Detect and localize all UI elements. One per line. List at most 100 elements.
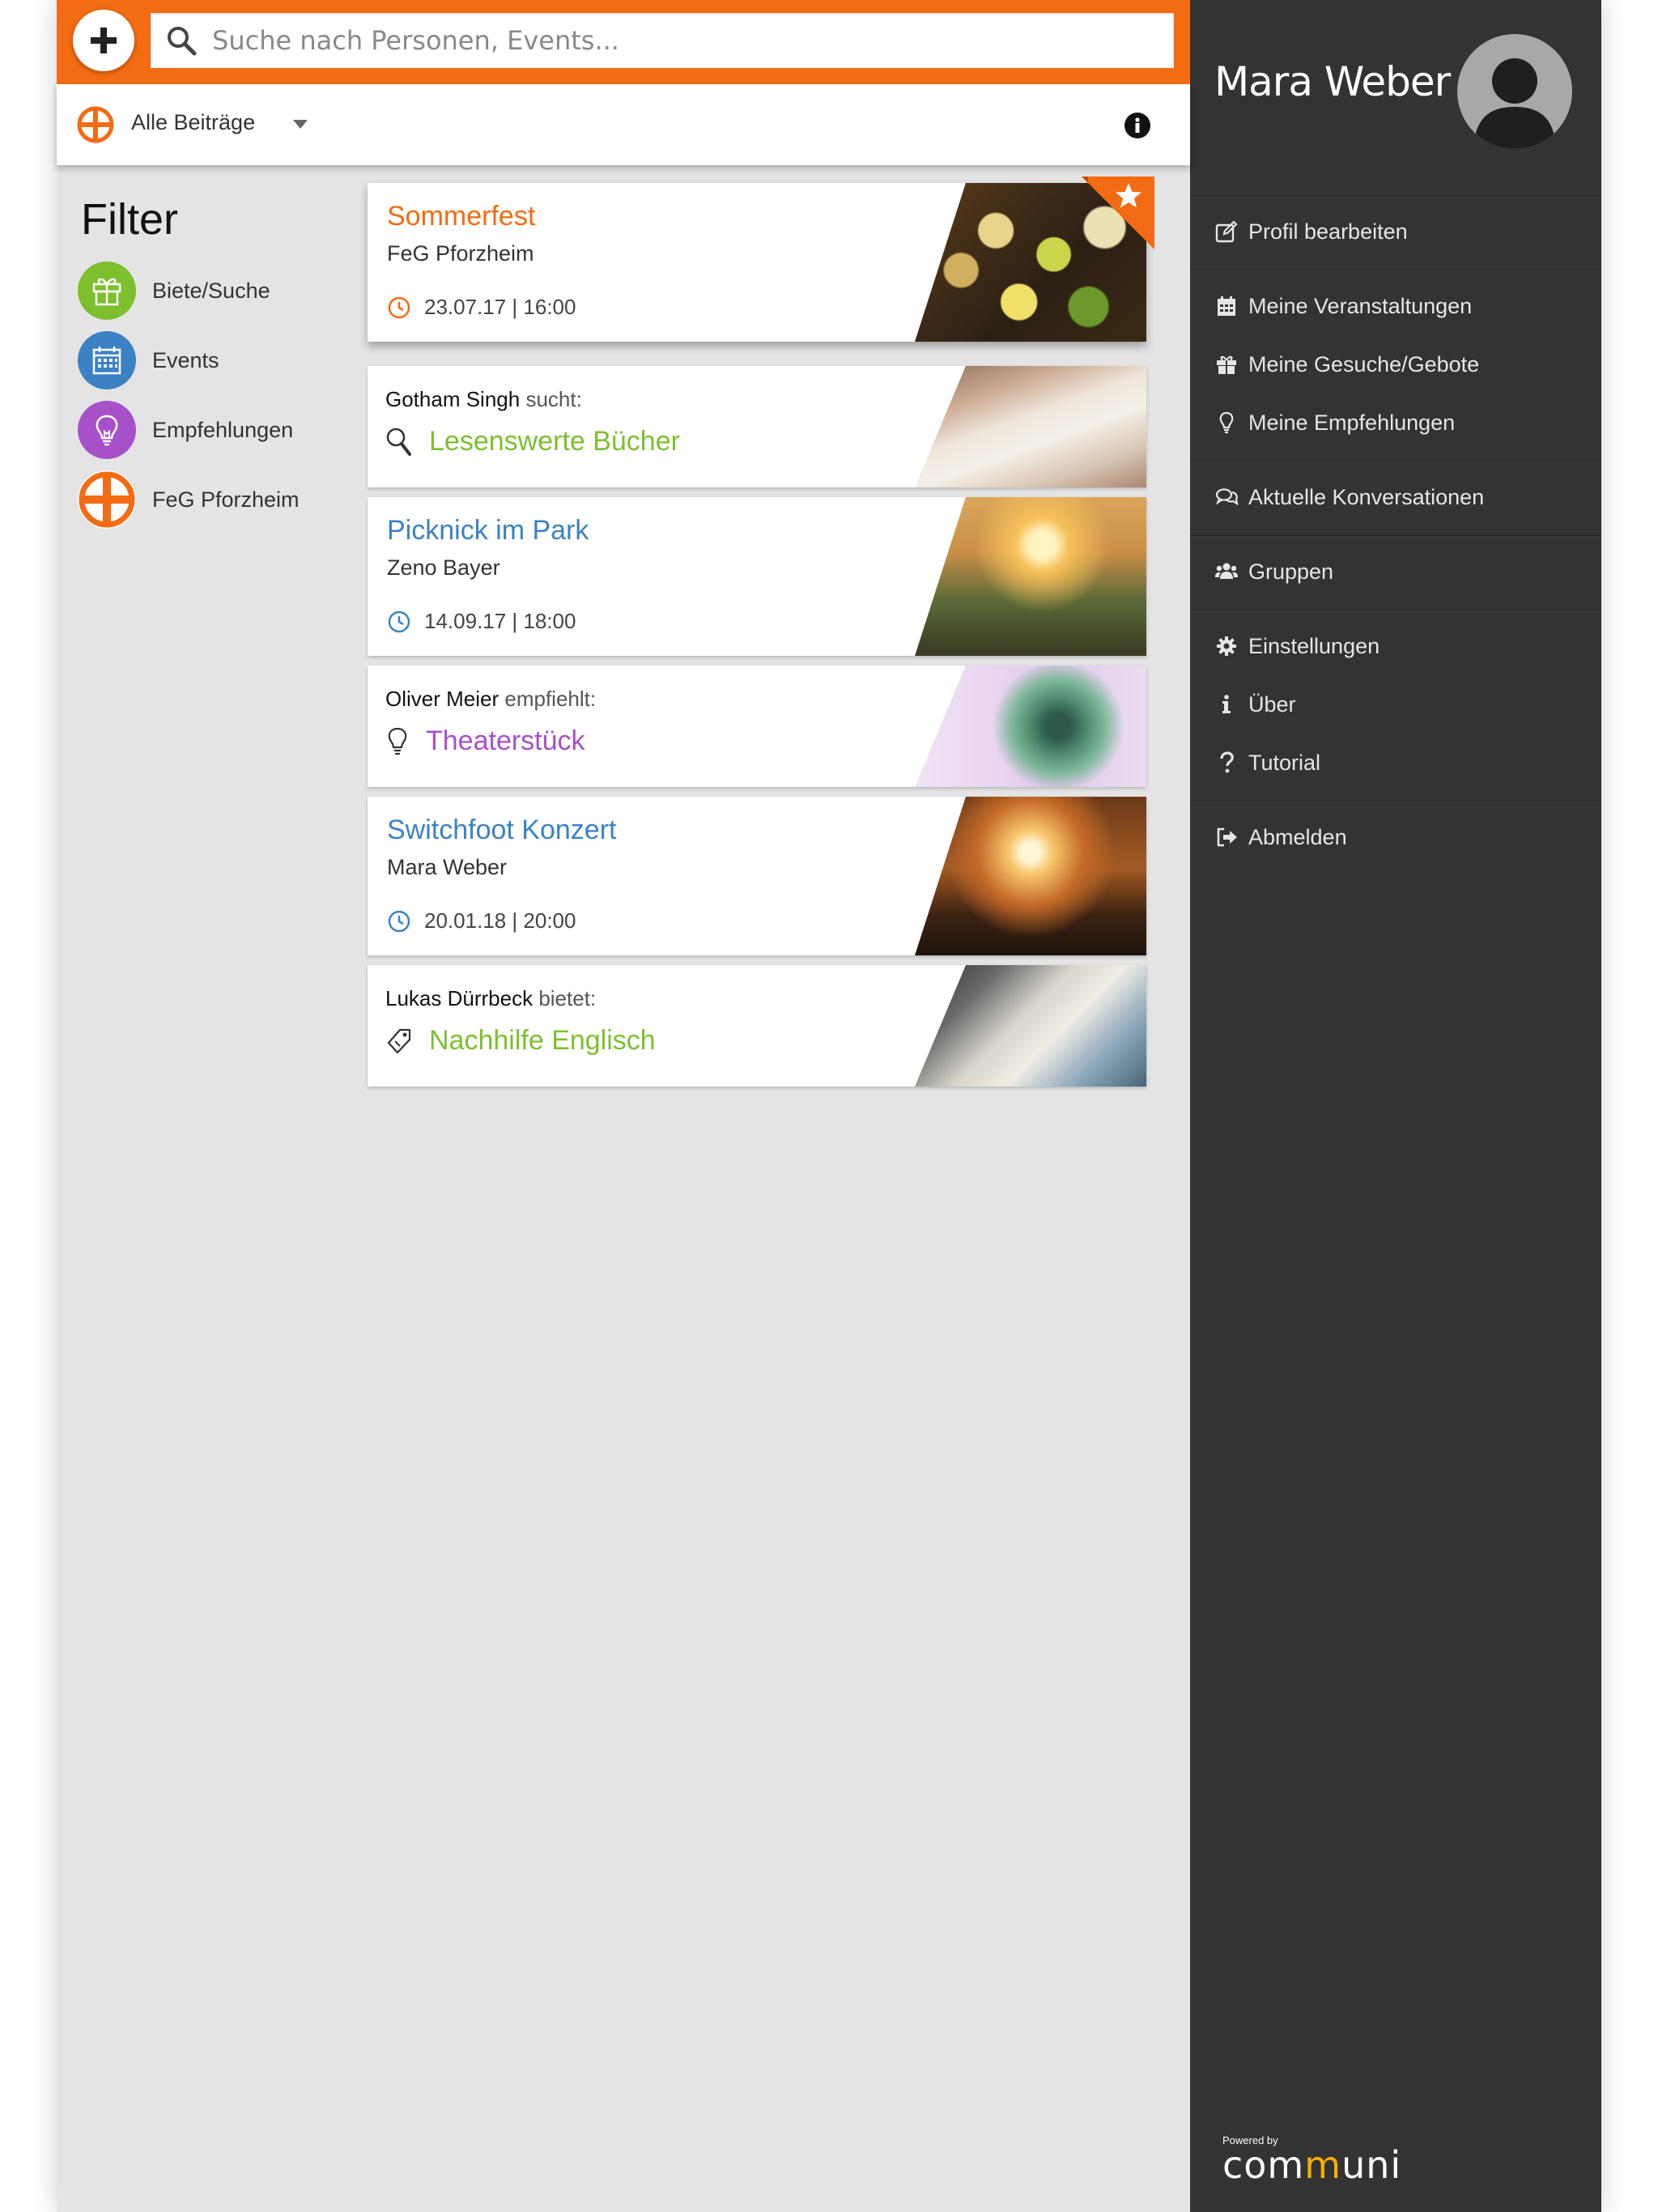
edit-icon	[1215, 220, 1238, 243]
card-title[interactable]: Lesenswerte Bücher	[385, 426, 680, 457]
clock-icon	[388, 910, 410, 932]
user-name[interactable]: Mara Weber	[1214, 58, 1451, 105]
menu-label: Meine Gesuche/Gebote	[1248, 351, 1480, 376]
card-subtitle: Zeno Bayer	[387, 555, 500, 580]
divider	[1190, 610, 1601, 611]
succulent-image	[915, 666, 1146, 787]
feed-filter-select[interactable]: Alle Beiträge	[131, 110, 255, 135]
lightbulb-icon	[78, 401, 136, 459]
card-verb: empfiehlt:	[504, 687, 597, 711]
filter-item-feg-pforzheim[interactable]: FeG Pforzheim	[78, 470, 353, 530]
menu-item-meine-gesuche-gebote[interactable]: Meine Gesuche/Gebote	[1214, 347, 1587, 382]
menu-label: Tutorial	[1248, 750, 1321, 775]
menu-label: Aktuelle Konversationen	[1248, 484, 1485, 509]
divider	[1190, 196, 1601, 198]
search-icon	[386, 428, 411, 456]
card-title[interactable]: Theaterstück	[385, 725, 585, 757]
menu-item-meine-veranstaltungen[interactable]: Meine Veranstaltungen	[1214, 288, 1587, 324]
menu-label: Profil bearbeiten	[1248, 219, 1408, 244]
divider	[1190, 461, 1601, 462]
clock-icon	[388, 610, 410, 632]
menu-item-gruppen[interactable]: Gruppen	[1214, 554, 1587, 589]
menu-label: Einstellungen	[1248, 633, 1380, 658]
search-box	[151, 13, 1174, 68]
filter-label: Biete/Suche	[152, 278, 270, 303]
card-datetime: 20.01.18 | 20:00	[387, 908, 576, 934]
feed-card-recommendation[interactable]: Oliver Meier empfiehlt: Theaterstück	[368, 666, 1146, 787]
menu-item-abmelden[interactable]: Abmelden	[1214, 819, 1587, 855]
card-title[interactable]: Nachhilfe Englisch	[385, 1025, 656, 1057]
feed-card-event[interactable]: Sommerfest FeG Pforzheim 23.07.17 | 16:0…	[368, 183, 1146, 342]
card-datetime: 14.09.17 | 18:00	[387, 609, 576, 634]
avatar[interactable]	[1457, 34, 1572, 149]
filter-item-empfehlungen[interactable]: Empfehlungen	[78, 400, 353, 460]
card-author[interactable]: Gotham Singh	[385, 387, 520, 411]
clock-icon	[388, 296, 410, 318]
info-icon	[1222, 695, 1231, 713]
tag-icon	[387, 1028, 411, 1053]
menu-item-profil-bearbeiten[interactable]: Profil bearbeiten	[1214, 214, 1587, 249]
divider	[1190, 535, 1601, 537]
gear-icon	[1217, 636, 1236, 656]
calendar-icon	[1218, 296, 1235, 316]
chevron-down-icon[interactable]	[293, 120, 308, 129]
feed-card-event[interactable]: Switchfoot Konzert Mara Weber 20.01.18 |…	[368, 797, 1146, 955]
feed-card-search[interactable]: Gotham Singh sucht: Lesenswerte Bücher	[368, 366, 1146, 487]
search-icon	[168, 27, 197, 56]
notebook-image	[915, 965, 1146, 1087]
card-title[interactable]: Picknick im Park	[387, 515, 589, 547]
card-author[interactable]: Lukas Dürrbeck	[385, 986, 533, 1010]
question-icon	[1220, 751, 1234, 773]
menu-label: Über	[1248, 691, 1296, 717]
books-image	[915, 366, 1146, 487]
divider	[1190, 270, 1601, 271]
event-image	[915, 797, 1146, 955]
chat-icon	[1215, 488, 1239, 506]
calendar-icon	[78, 331, 136, 389]
starred-badge[interactable]	[1082, 177, 1154, 249]
card-title[interactable]: Switchfoot Konzert	[387, 815, 616, 846]
gift-icon	[1217, 355, 1236, 374]
card-author-line: Gotham Singh sucht:	[385, 387, 582, 412]
card-title[interactable]: Sommerfest	[387, 201, 535, 232]
lightbulb-icon	[388, 727, 407, 755]
feg-logo-icon	[77, 106, 114, 143]
search-input[interactable]	[212, 13, 1159, 68]
feed-card-event[interactable]: Picknick im Park Zeno Bayer 14.09.17 | 1…	[368, 497, 1146, 656]
menu-item-einstellungen[interactable]: Einstellungen	[1214, 628, 1587, 664]
lightbulb-icon	[1219, 411, 1234, 434]
top-bar	[57, 0, 1190, 84]
menu-item-tutorial[interactable]: Tutorial	[1214, 745, 1587, 781]
menu-label: Meine Veranstaltungen	[1248, 293, 1473, 318]
menu-item-aktuelle-konversationen[interactable]: Aktuelle Konversationen	[1214, 479, 1587, 515]
app-window: Alle Beiträge Filter Biete/Suche Events …	[57, 0, 1601, 2212]
menu-item-ueber[interactable]: Über	[1214, 687, 1587, 722]
card-author[interactable]: Oliver Meier	[385, 687, 499, 711]
card-subtitle: Mara Weber	[387, 855, 508, 879]
feed-card-offer[interactable]: Lukas Dürrbeck bietet: Nachhilfe Englisc…	[368, 965, 1146, 1087]
add-post-button[interactable]	[73, 10, 134, 71]
menu-label: Gruppen	[1248, 559, 1334, 584]
filter-item-events[interactable]: Events	[78, 330, 353, 390]
filter-title: Filter	[81, 195, 178, 244]
info-icon[interactable]	[1124, 112, 1151, 139]
filter-label: Events	[152, 347, 219, 372]
filter-label: FeG Pforzheim	[152, 487, 300, 512]
card-verb: bietet:	[538, 986, 597, 1010]
feg-logo-icon	[78, 470, 136, 529]
card-subtitle: FeG Pforzheim	[387, 241, 534, 266]
card-author-line: Lukas Dürrbeck bietet:	[385, 986, 596, 1011]
feed-filter-bar: Alle Beiträge	[57, 84, 1190, 165]
users-icon	[1215, 563, 1238, 579]
gift-icon	[78, 262, 136, 320]
powered-by-logo: Powered by communi	[1222, 2134, 1401, 2184]
sidebar: Mara Weber Profil bearbeiten Meine Veran…	[1190, 0, 1601, 2212]
plus-icon	[91, 28, 117, 53]
card-verb: sucht:	[525, 387, 582, 411]
event-image	[915, 497, 1146, 656]
card-datetime: 23.07.17 | 16:00	[387, 295, 576, 320]
menu-label: Abmelden	[1248, 824, 1347, 849]
brand-logo: communi	[1222, 2143, 1402, 2187]
filter-item-biete-suche[interactable]: Biete/Suche	[78, 261, 353, 321]
menu-item-meine-empfehlungen[interactable]: Meine Empfehlungen	[1214, 405, 1587, 440]
